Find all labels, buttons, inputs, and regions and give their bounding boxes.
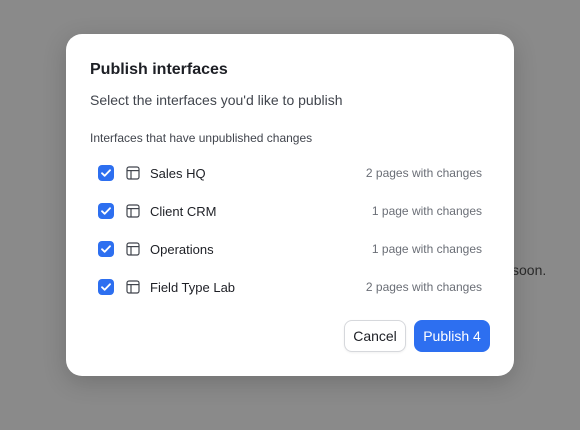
cancel-button[interactable]: Cancel	[344, 320, 406, 352]
dialog-subtitle: Select the interfaces you'd like to publ…	[90, 92, 343, 108]
background-text: soon.	[512, 262, 547, 278]
section-label: Interfaces that have unpublished changes	[90, 131, 313, 145]
interface-checkbox[interactable]	[98, 279, 114, 295]
dialog-title: Publish interfaces	[90, 61, 228, 78]
interface-changes: 2 pages with changes	[365, 280, 482, 294]
checkmark-icon	[101, 283, 111, 291]
interface-name: Operations	[150, 241, 214, 257]
checkmark-icon	[101, 245, 111, 253]
interface-list: Sales HQ 2 pages with changes Client CRM…	[90, 154, 490, 306]
interface-changes: 2 pages with changes	[365, 166, 482, 180]
publish-button[interactable]: Publish 4	[414, 320, 490, 352]
interface-row-client-crm: Client CRM 1 page with changes	[90, 192, 490, 230]
interface-row-sales-hq: Sales HQ 2 pages with changes	[90, 154, 490, 192]
layout-icon	[126, 242, 140, 256]
layout-icon	[126, 204, 140, 218]
interface-changes: 1 page with changes	[371, 204, 482, 218]
interface-checkbox[interactable]	[98, 241, 114, 257]
interface-row-operations: Operations 1 page with changes	[90, 230, 490, 268]
interface-name: Client CRM	[150, 203, 217, 219]
interface-checkbox[interactable]	[98, 203, 114, 219]
layout-icon	[126, 280, 140, 294]
interface-checkbox[interactable]	[98, 165, 114, 181]
interface-name: Field Type Lab	[150, 279, 236, 295]
checkmark-icon	[101, 207, 111, 215]
interface-row-field-type-lab: Field Type Lab 2 pages with changes	[90, 268, 490, 306]
interface-name: Sales HQ	[150, 165, 206, 181]
checkmark-icon	[101, 169, 111, 177]
layout-icon	[126, 166, 140, 180]
interface-changes: 1 page with changes	[371, 242, 482, 256]
publish-interfaces-dialog: Publish interfaces Select the interfaces…	[66, 34, 514, 376]
